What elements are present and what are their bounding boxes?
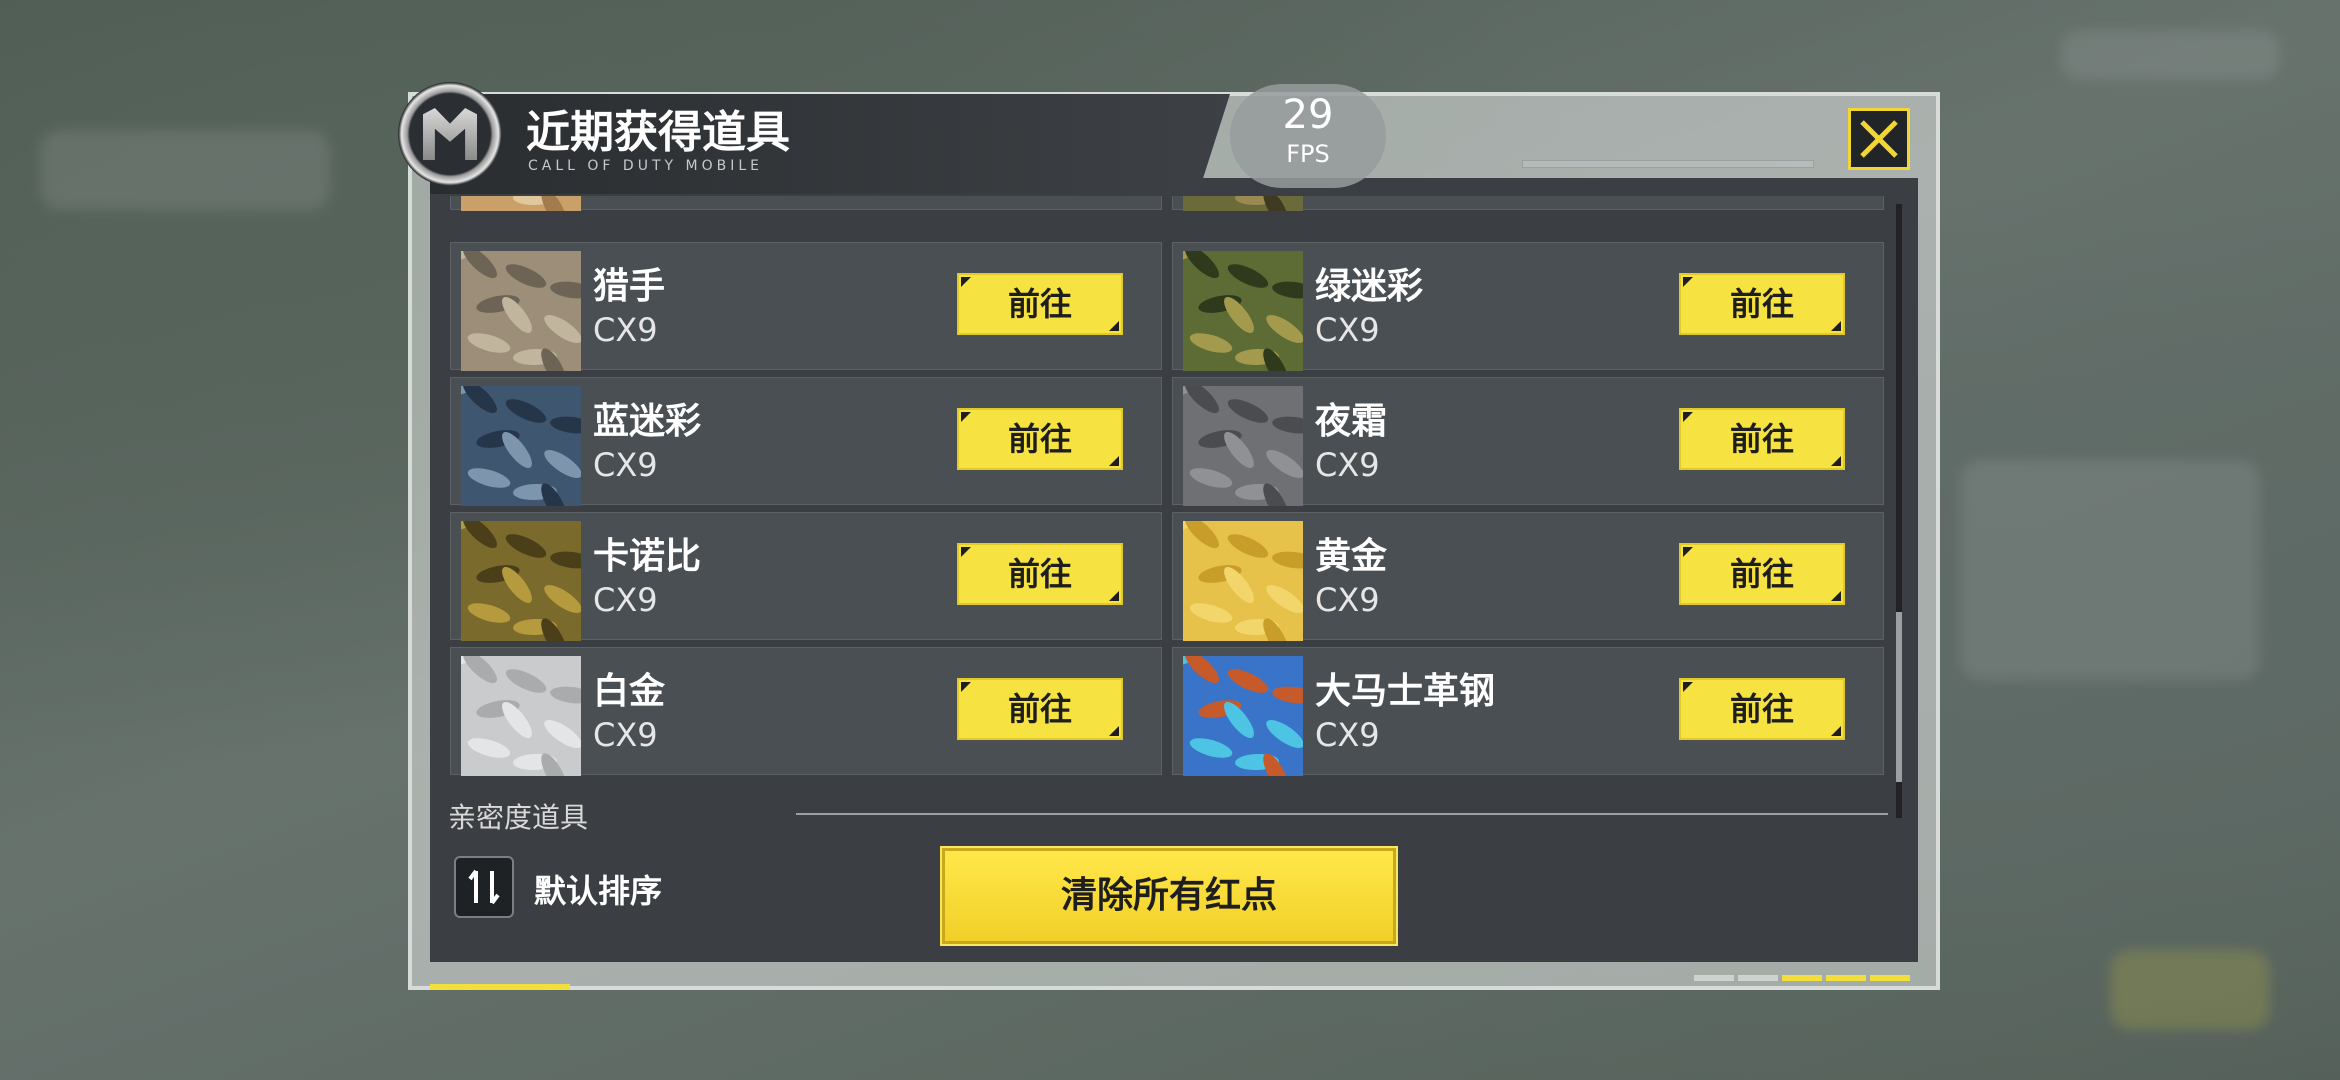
bottom-accent: [430, 984, 570, 990]
go-button-label: 前往: [1007, 285, 1072, 323]
corner-mark: [1109, 321, 1119, 331]
corner-mark: [1683, 277, 1693, 287]
camo-thumbnail: [1183, 251, 1303, 371]
camo-thumbnail: [461, 521, 581, 641]
item-weapon: CX9: [593, 716, 658, 754]
item-name: 绿迷彩: [1315, 266, 1424, 307]
camo-thumbnail: [461, 251, 581, 371]
go-button[interactable]: 前往: [957, 273, 1123, 335]
go-button-label: 前往: [1007, 690, 1072, 728]
item-name: 夜霜: [1315, 401, 1388, 442]
go-button[interactable]: 前往: [1679, 273, 1845, 335]
camo-thumbnail: [461, 196, 581, 211]
list-item: 夜霜 CX9 前往: [1172, 377, 1884, 506]
go-button-label: 前往: [1729, 555, 1794, 593]
go-button-label: 前往: [1729, 420, 1794, 458]
corner-mark: [1109, 456, 1119, 466]
go-button[interactable]: 前往: [1679, 543, 1845, 605]
item-weapon: CX9: [593, 446, 658, 484]
go-button[interactable]: 前往: [1679, 408, 1845, 470]
go-button-label: 前往: [1007, 555, 1072, 593]
fps-counter: 29 FPS: [1230, 84, 1386, 188]
camo-thumbnail: [461, 656, 581, 776]
corner-mark: [1831, 591, 1841, 601]
item-name: 猎手: [593, 266, 666, 307]
camo-thumbnail: [1183, 386, 1303, 506]
item-name: 白金: [593, 671, 666, 712]
corner-mark: [1831, 321, 1841, 331]
sort-label[interactable]: 默认排序: [534, 866, 662, 912]
go-button[interactable]: 前往: [1679, 678, 1845, 740]
corner-mark: [1831, 456, 1841, 466]
section-divider: [796, 813, 1888, 815]
close-button[interactable]: [1848, 108, 1910, 170]
clear-red-dots-button[interactable]: 清除所有红点: [940, 846, 1398, 946]
list-item: CX9前往: [450, 196, 1162, 211]
go-button[interactable]: 前往: [957, 543, 1123, 605]
corner-mark: [1683, 682, 1693, 692]
list-item: 绿迷彩 CX9 前往: [1172, 242, 1884, 371]
corner-mark: [961, 547, 971, 557]
pager-dot: [1738, 975, 1778, 981]
progress-track: [1522, 160, 1814, 168]
go-button[interactable]: 前往: [957, 678, 1123, 740]
corner-mark: [961, 412, 971, 422]
corner-mark: [1831, 726, 1841, 736]
list-item: CX9前往: [1172, 196, 1884, 211]
page-title: 近期获得道具: [526, 107, 790, 158]
camo-thumbnail: [1183, 521, 1303, 641]
item-weapon: CX9: [1315, 311, 1380, 349]
corner-mark: [1109, 726, 1119, 736]
fps-label: FPS: [1286, 140, 1330, 168]
list-item: 蓝迷彩 CX9 前往: [450, 377, 1162, 506]
item-name: 蓝迷彩: [593, 401, 702, 442]
corner-mark: [1683, 547, 1693, 557]
pager-dot: [1782, 975, 1822, 981]
item-weapon: CX9: [1315, 581, 1380, 619]
go-button-label: 前往: [1007, 420, 1072, 458]
list-item: 大马士革钢 CX9 前往: [1172, 647, 1884, 776]
camo-thumbnail: [1183, 656, 1303, 776]
scrollbar-thumb[interactable]: [1896, 612, 1902, 782]
item-name: 黄金: [1315, 536, 1388, 577]
go-button-label: 前往: [1729, 690, 1794, 728]
list-item: 黄金 CX9 前往: [1172, 512, 1884, 641]
item-name: 卡诺比: [593, 536, 702, 577]
item-weapon: CX9: [1315, 446, 1380, 484]
sort-button[interactable]: [454, 856, 514, 918]
item-name: 大马士革钢: [1315, 671, 1496, 712]
list-item: 猎手 CX9 前往: [450, 242, 1162, 371]
camo-thumbnail: [461, 386, 581, 506]
pager: [1694, 975, 1910, 981]
list-item: 卡诺比 CX9 前往: [450, 512, 1162, 641]
pager-dot: [1870, 975, 1910, 981]
item-list: CX9前往CX9前往猎手CX9前往绿迷彩CX9前往蓝迷彩CX9前往夜霜CX9前往…: [450, 196, 1890, 780]
pager-dot: [1826, 975, 1866, 981]
list-item: 白金 CX9 前往: [450, 647, 1162, 776]
codm-logo-icon: [398, 82, 502, 186]
sort-icon: [468, 869, 500, 905]
scrollbar[interactable]: [1896, 204, 1902, 818]
item-weapon: CX9: [593, 311, 658, 349]
item-weapon: CX9: [1315, 716, 1380, 754]
go-button-label: 前往: [1729, 285, 1794, 323]
corner-mark: [961, 682, 971, 692]
page-subtitle: CALL OF DUTY MOBILE: [528, 158, 763, 174]
corner-mark: [1109, 591, 1119, 601]
corner-mark: [1683, 412, 1693, 422]
item-weapon: CX9: [593, 581, 658, 619]
close-icon: [1860, 120, 1898, 158]
go-button[interactable]: 前往: [957, 408, 1123, 470]
fps-value: 29: [1282, 92, 1334, 138]
section-label: 亲密度道具: [448, 801, 589, 834]
pager-dot: [1694, 975, 1734, 981]
camo-thumbnail: [1183, 196, 1303, 211]
corner-mark: [961, 277, 971, 287]
